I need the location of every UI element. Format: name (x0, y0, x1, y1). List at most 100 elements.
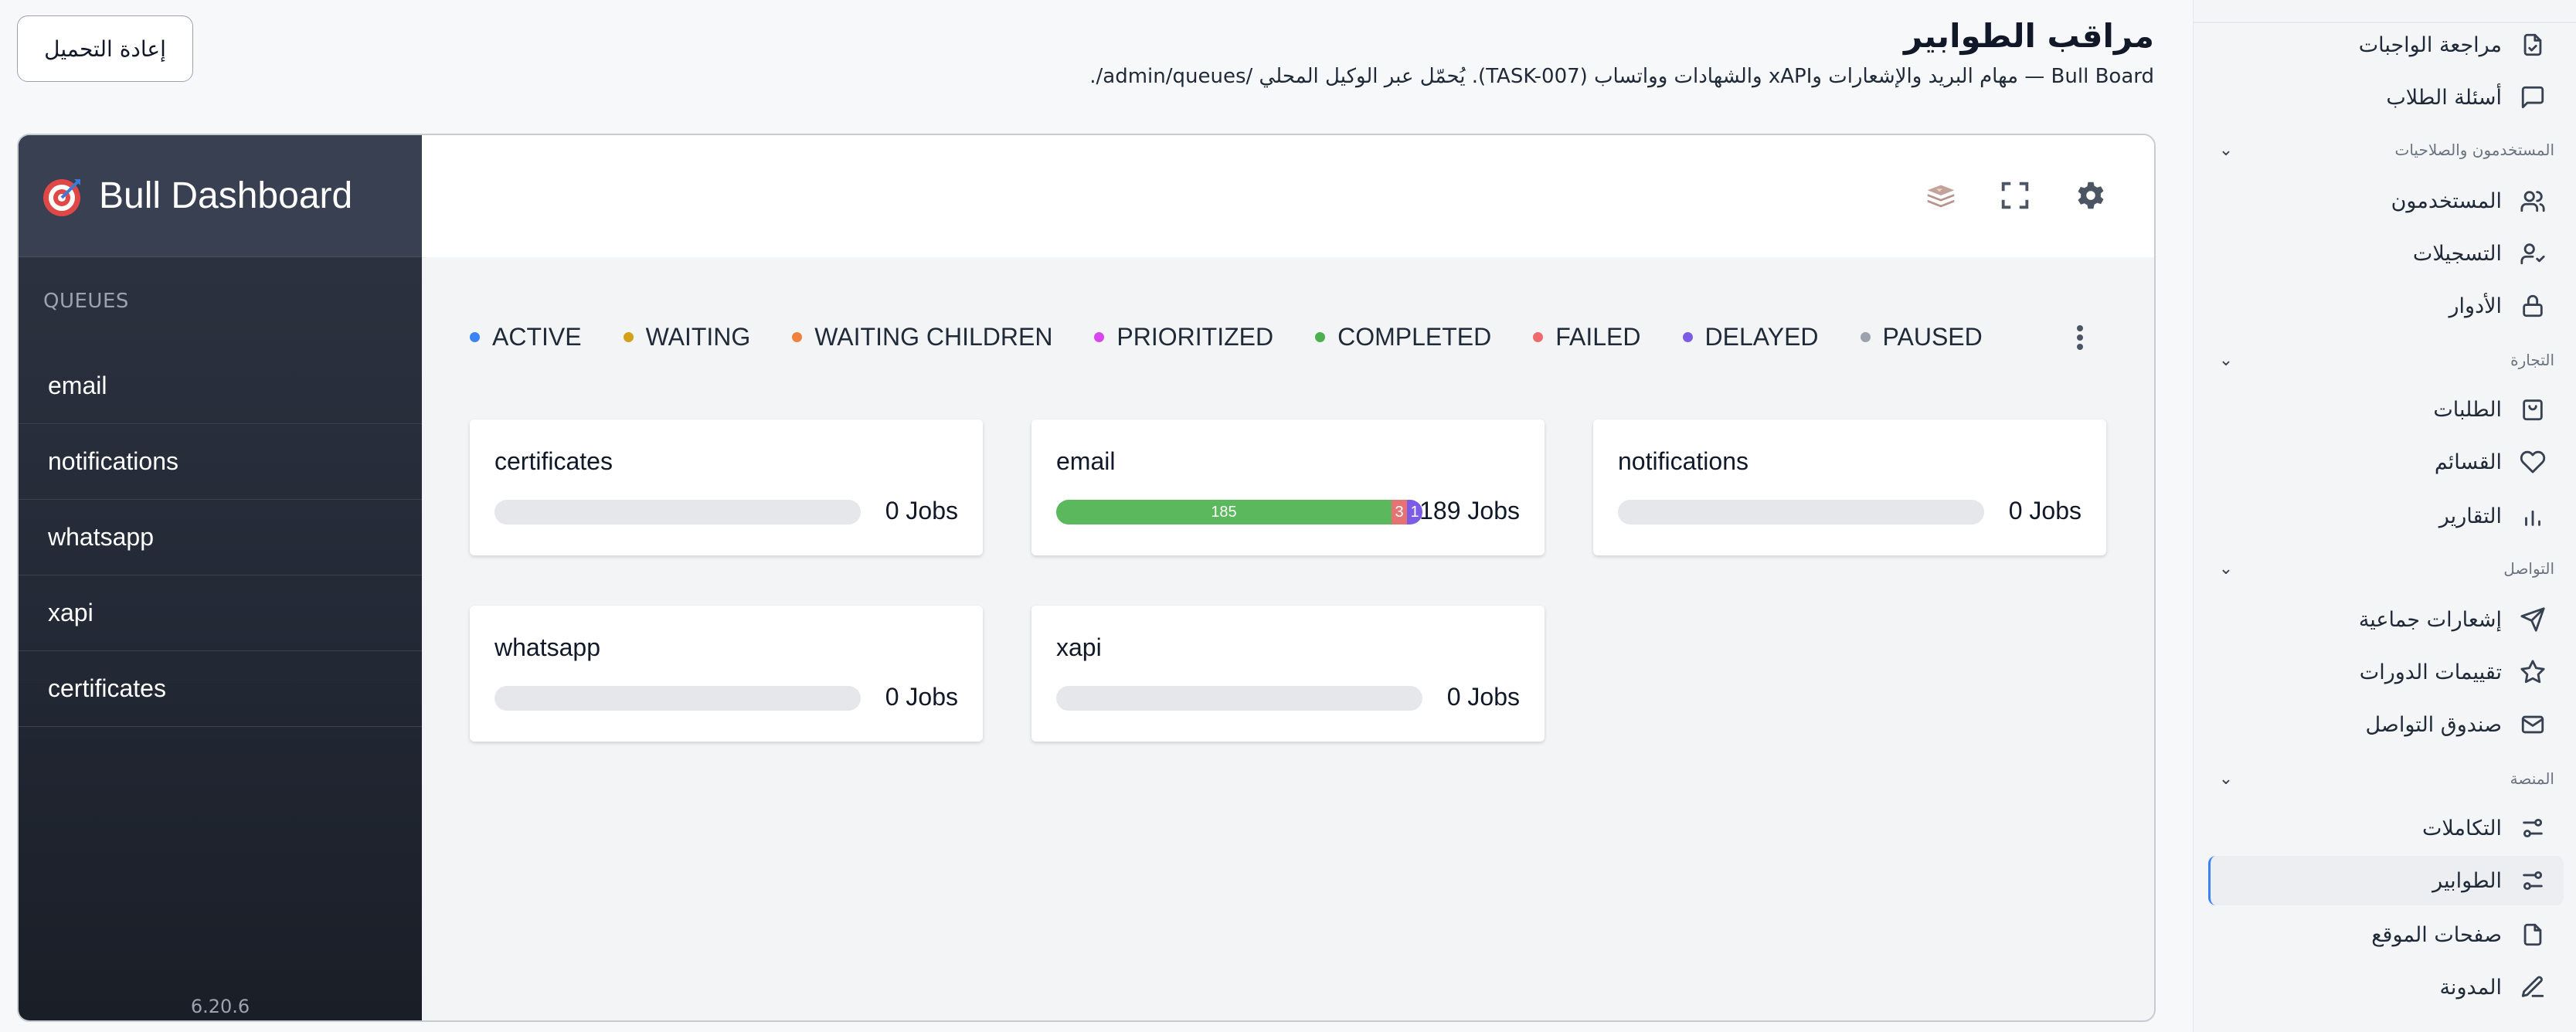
status-dot (1682, 332, 1693, 342)
status-label: COMPLETED (1337, 323, 1492, 351)
sliders-icon (2519, 814, 2547, 842)
bull-board-frame: Bull Dashboard QUEUES email notification… (17, 134, 2156, 1022)
sidebar-item-reports[interactable]: التقارير (2439, 493, 2547, 539)
queue-card-xapi[interactable]: xapi 0 Jobs (1031, 606, 1545, 742)
sidebar-item-label: مراجعة الواجبات (2358, 32, 2502, 57)
status-label: WAITING (645, 323, 751, 351)
queue-progress-bar (1618, 500, 1984, 524)
queue-name: email (1056, 447, 1116, 475)
bull-main: ACTIVE WAITING WAITING CHILDREN PRIORITI… (422, 135, 2154, 1020)
section-title: المنصة (2510, 769, 2554, 788)
sidebar-section-platform[interactable]: المنصة ⌄ (2214, 763, 2554, 794)
queue-link-xapi[interactable]: xapi (19, 575, 422, 651)
status-label: PAUSED (1882, 323, 1983, 351)
fullscreen-icon[interactable] (1995, 175, 2035, 216)
queue-job-count: 0 Jobs (1446, 683, 1520, 711)
sidebar-item-users[interactable]: المستخدمون (2391, 178, 2547, 224)
status-waiting[interactable]: WAITING (623, 323, 751, 351)
status-delayed[interactable]: DELAYED (1682, 323, 1819, 351)
status-label: FAILED (1555, 323, 1641, 351)
sidebar-item-label: صفحات الموقع (2371, 922, 2502, 947)
shopping-bag-icon (2519, 395, 2547, 423)
sidebar-item-student-questions[interactable]: أسئلة الطلاب (2386, 74, 2547, 121)
failed-segment: 3 (1392, 500, 1407, 524)
sidebar-item-label: أسئلة الطلاب (2386, 85, 2502, 110)
queue-progress-bar (494, 686, 861, 711)
status-dot (1315, 332, 1326, 342)
status-dot (470, 332, 480, 342)
reload-button[interactable]: إعادة التحميل (17, 15, 193, 82)
queue-link-whatsapp[interactable]: whatsapp (19, 500, 422, 575)
queue-card-whatsapp[interactable]: whatsapp 0 Jobs (470, 606, 983, 742)
queue-job-count: 0 Jobs (885, 497, 958, 524)
chevron-down-icon: ⌄ (2218, 769, 2234, 789)
queue-job-count: 189 Jobs (1419, 497, 1520, 524)
heart-icon (2519, 448, 2547, 476)
sidebar-item-site-pages[interactable]: صفحات الموقع (2371, 911, 2547, 958)
status-failed[interactable]: FAILED (1533, 323, 1641, 351)
sidebar-item-label: المستخدمون (2391, 188, 2502, 213)
sidebar-item-course-reviews[interactable]: تقييمات الدورات (2360, 649, 2547, 695)
section-title: التجارة (2510, 351, 2554, 369)
queue-progress-bar: 185 3 1 (1056, 500, 1422, 524)
lock-icon (2519, 292, 2547, 320)
queue-link-notifications[interactable]: notifications (19, 424, 422, 500)
status-dot (623, 332, 634, 342)
more-vertical-icon[interactable] (2072, 322, 2088, 353)
sidebar-item-roles[interactable]: الأدوار (2449, 283, 2547, 329)
status-completed[interactable]: COMPLETED (1315, 323, 1491, 351)
edit-icon (2519, 973, 2547, 1001)
queue-name: xapi (1056, 633, 1102, 661)
sidebar-item-blog[interactable]: المدونة (2439, 964, 2547, 1010)
sidebar-item-queues[interactable]: الطوابير (2208, 856, 2564, 905)
section-title: المستخدمون والصلاحيات (2394, 141, 2555, 159)
sidebar-item-coupons[interactable]: القسائم (2435, 439, 2547, 485)
sidebar-item-broadcast-notifications[interactable]: إشعارات جماعية (2359, 596, 2547, 643)
sidebar-item-label: الطلبات (2433, 397, 2502, 422)
chevron-down-icon: ⌄ (2218, 558, 2234, 579)
sidebar-section-users[interactable]: المستخدمون والصلاحيات ⌄ (2214, 134, 2554, 165)
queue-job-count: 0 Jobs (885, 683, 958, 711)
sidebar-item-contact-inbox[interactable]: صندوق التواصل (2365, 701, 2547, 748)
sidebar-item-integrations[interactable]: التكاملات (2422, 805, 2547, 851)
sidebar-item-label: التقارير (2438, 504, 2502, 528)
target-logo-icon (43, 178, 80, 216)
queue-job-count: 0 Jobs (2008, 497, 2082, 524)
status-prioritized[interactable]: PRIORITIZED (1094, 323, 1273, 351)
sidebar-item-label: صندوق التواصل (2365, 712, 2502, 737)
sidebar-item-label: المدونة (2439, 975, 2502, 1000)
sidebar-section-communication[interactable]: التواصل ⌄ (2214, 553, 2554, 584)
queues-title: QUEUES (43, 290, 129, 313)
chevron-down-icon: ⌄ (2218, 350, 2234, 370)
mail-icon (2519, 711, 2547, 738)
app-sidebar: مراجعة الواجبات أسئلة الطلاب المستخدمون … (2193, 0, 2576, 1032)
status-dot (1533, 332, 1544, 342)
completed-segment: 185 (1056, 500, 1392, 524)
sidebar-item-enrollments[interactable]: التسجيلات (2413, 230, 2547, 277)
sidebar-item-label: التسجيلات (2412, 241, 2502, 266)
sliders-icon (2519, 867, 2547, 895)
queue-card-notifications[interactable]: notifications 0 Jobs (1593, 419, 2106, 555)
bull-brand[interactable]: Bull Dashboard (19, 135, 422, 257)
status-dot (1094, 332, 1105, 342)
bar-chart-icon (2519, 502, 2547, 530)
queue-card-certificates[interactable]: certificates 0 Jobs (470, 419, 983, 555)
bull-sidebar: Bull Dashboard QUEUES email notification… (19, 135, 422, 1020)
sidebar-item-label: الطوابير (2432, 868, 2502, 893)
gear-icon[interactable] (2071, 175, 2111, 216)
redis-icon[interactable] (1921, 175, 1961, 216)
queue-link-email[interactable]: email (19, 348, 422, 424)
status-label: ACTIVE (492, 323, 582, 351)
status-active[interactable]: ACTIVE (470, 323, 582, 351)
sidebar-item-orders[interactable]: الطلبات (2433, 386, 2547, 433)
sidebar-section-commerce[interactable]: التجارة ⌄ (2214, 345, 2554, 375)
message-square-icon (2519, 83, 2547, 111)
sidebar-item-label: الأدوار (2449, 294, 2502, 318)
queue-link-certificates[interactable]: certificates (19, 651, 422, 727)
queue-name: whatsapp (494, 633, 600, 661)
file-icon (2519, 921, 2547, 949)
status-paused[interactable]: PAUSED (1860, 323, 1983, 351)
queue-card-email[interactable]: email 185 3 1 189 Jobs (1031, 419, 1545, 555)
status-waiting-children[interactable]: WAITING CHILDREN (792, 323, 1052, 351)
sidebar-item-assignments-review[interactable]: مراجعة الواجبات (2359, 22, 2547, 68)
